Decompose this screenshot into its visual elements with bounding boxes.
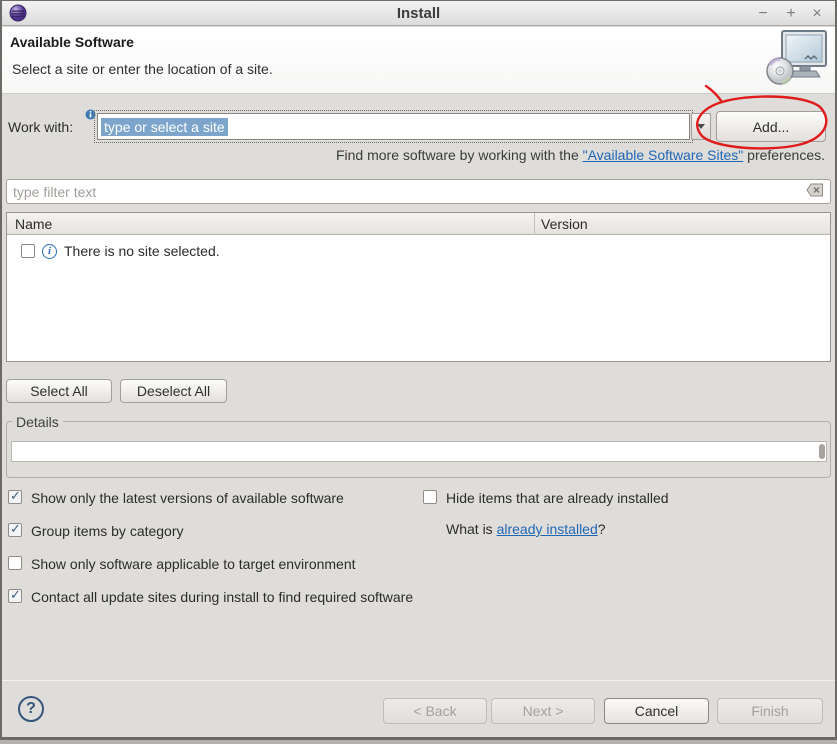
find-more-suffix: preferences. xyxy=(743,147,825,163)
finish-button[interactable]: Finish xyxy=(717,698,823,724)
details-textarea[interactable] xyxy=(11,441,827,462)
install-dialog: Install − + × Available Software Select … xyxy=(0,0,837,744)
window-shadow xyxy=(0,740,837,744)
checkbox[interactable] xyxy=(423,490,437,504)
column-header-version[interactable]: Version xyxy=(541,216,588,232)
info-icon: i xyxy=(42,244,57,259)
combobox-selected-text: type or select a site xyxy=(101,118,228,136)
maximize-icon[interactable]: + xyxy=(781,5,801,23)
option-label: Contact all update sites during install … xyxy=(31,589,413,605)
checkbox[interactable] xyxy=(8,490,22,504)
cancel-button[interactable]: Cancel xyxy=(604,698,709,724)
column-separator[interactable] xyxy=(534,213,535,235)
filter-input[interactable]: type filter text xyxy=(6,179,831,204)
select-all-button[interactable]: Select All xyxy=(6,379,112,403)
already-installed-link[interactable]: already installed xyxy=(497,521,598,537)
what-is-suffix: ? xyxy=(598,521,606,537)
details-legend: Details xyxy=(12,414,63,430)
option-label: Show only software applicable to target … xyxy=(31,556,356,572)
details-scrollbar[interactable] xyxy=(819,444,825,459)
add-button[interactable]: Add... xyxy=(716,111,826,142)
column-header-name[interactable]: Name xyxy=(15,216,52,232)
page-title: Available Software xyxy=(10,34,134,50)
back-button[interactable]: < Back xyxy=(383,698,487,724)
table-header[interactable]: Name Version xyxy=(7,213,830,235)
minimize-icon[interactable]: − xyxy=(753,5,773,23)
option-hide-installed[interactable]: Hide items that are already installed xyxy=(423,490,669,506)
row-checkbox[interactable] xyxy=(21,244,35,258)
window-border-left xyxy=(0,0,2,744)
close-icon[interactable]: × xyxy=(807,5,827,23)
filter-placeholder: type filter text xyxy=(13,184,806,200)
deselect-all-button[interactable]: Deselect All xyxy=(120,379,227,403)
help-button[interactable]: ? xyxy=(18,696,44,722)
window-title: Install xyxy=(2,5,835,22)
find-more-text: Find more software by working with the "… xyxy=(336,147,825,163)
row-text: There is no site selected. xyxy=(64,243,220,259)
software-table[interactable]: Name Version i There is no site selected… xyxy=(6,212,831,362)
checkbox[interactable] xyxy=(8,523,22,537)
page-subtitle: Select a site or enter the location of a… xyxy=(12,61,273,77)
info-icon xyxy=(85,107,96,118)
table-row[interactable]: i There is no site selected. xyxy=(7,241,830,261)
work-with-combobox[interactable]: type or select a site xyxy=(97,113,690,140)
checkbox[interactable] xyxy=(8,589,22,603)
find-more-prefix: Find more software by working with the xyxy=(336,147,583,163)
what-is-prefix: What is xyxy=(446,521,497,537)
option-target-environment[interactable]: Show only software applicable to target … xyxy=(8,556,356,572)
title-bar[interactable]: Install − + × xyxy=(2,1,835,26)
option-contact-update-sites[interactable]: Contact all update sites during install … xyxy=(8,589,413,605)
option-label: Hide items that are already installed xyxy=(446,490,669,506)
combobox-dropdown-button[interactable] xyxy=(691,113,711,140)
next-button[interactable]: Next > xyxy=(491,698,595,724)
option-show-latest[interactable]: Show only the latest versions of availab… xyxy=(8,490,344,506)
work-with-label: Work with: xyxy=(8,119,73,135)
option-label: Group items by category xyxy=(31,523,184,539)
available-software-sites-link[interactable]: "Available Software Sites" xyxy=(583,147,744,163)
what-is-installed-text: What is already installed? xyxy=(446,521,606,537)
checkbox[interactable] xyxy=(8,556,22,570)
chevron-down-icon xyxy=(697,124,705,129)
wizard-banner: Available Software Select a site or ente… xyxy=(2,27,835,94)
option-group-by-category[interactable]: Group items by category xyxy=(8,523,184,539)
option-label: Show only the latest versions of availab… xyxy=(31,490,344,506)
monitor-cd-icon xyxy=(765,28,829,92)
clear-filter-icon[interactable] xyxy=(806,183,824,200)
footer-separator xyxy=(2,680,835,681)
